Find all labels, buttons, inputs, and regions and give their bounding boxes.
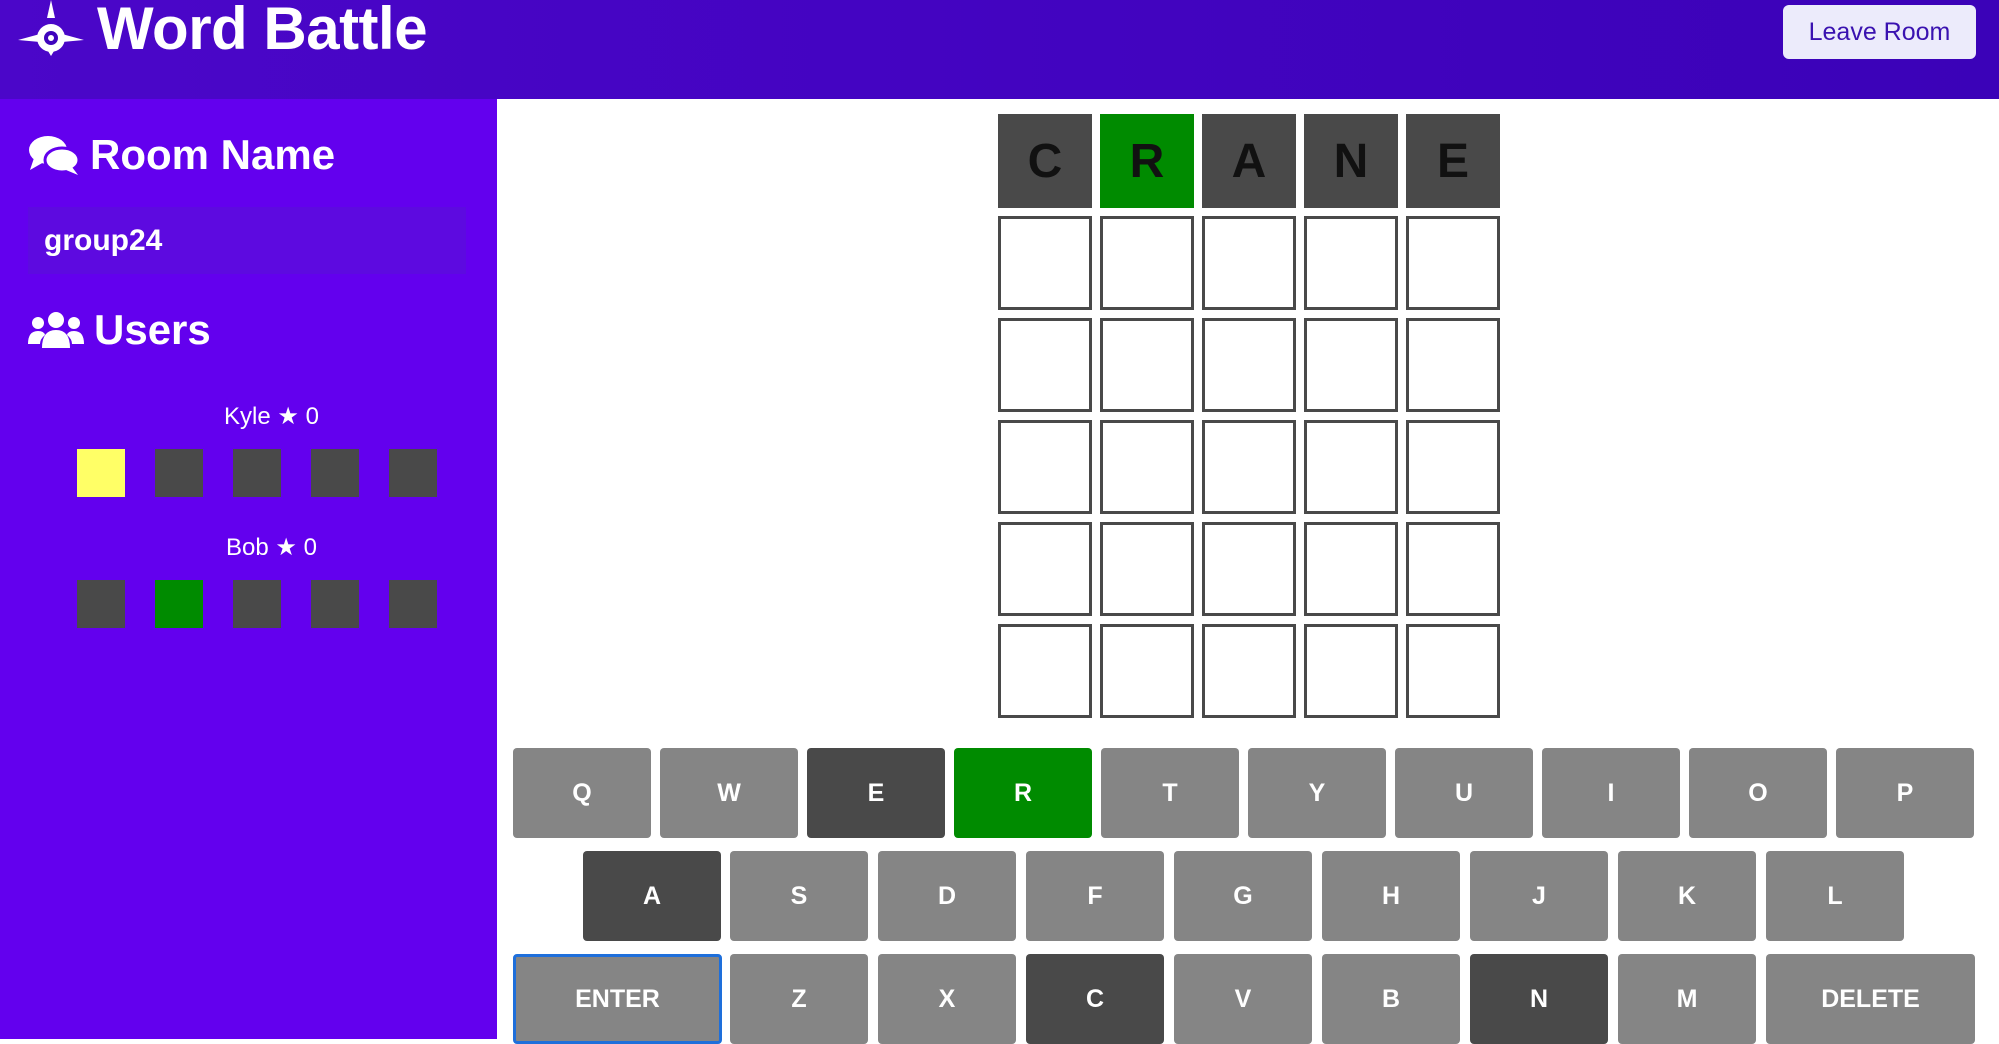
user-name-line: Bob ★ 0 (0, 533, 543, 562)
board-tile (1202, 624, 1296, 718)
key-enter[interactable]: ENTER (513, 954, 722, 1044)
board-tile (1100, 522, 1194, 616)
key-delete[interactable]: DELETE (1766, 954, 1975, 1044)
key-e[interactable]: E (807, 748, 945, 838)
board-tile (1100, 216, 1194, 310)
board-tile (1304, 522, 1398, 616)
board-tile (998, 624, 1092, 718)
room-name-heading: Room Name (28, 131, 335, 179)
users-heading-label: Users (94, 306, 211, 353)
room-name-field[interactable] (28, 207, 466, 274)
leave-room-button[interactable]: Leave Room (1783, 5, 1976, 59)
board-tile (1304, 318, 1398, 412)
progress-tile-absent (233, 580, 281, 628)
board-tile (998, 420, 1092, 514)
key-a[interactable]: A (583, 851, 721, 941)
key-b[interactable]: B (1322, 954, 1460, 1044)
board-tile (1202, 522, 1296, 616)
user-name: Kyle (224, 403, 271, 430)
board-tile: R (1100, 114, 1194, 208)
star-icon: ★ (275, 534, 297, 561)
key-y[interactable]: Y (1248, 748, 1386, 838)
board-tile (1406, 216, 1500, 310)
board-tile (1406, 624, 1500, 718)
board-tile (1304, 420, 1398, 514)
user-progress-tiles (77, 449, 437, 497)
user-name: Bob (226, 534, 269, 561)
room-name-heading-label: Room Name (90, 131, 336, 178)
key-x[interactable]: X (878, 954, 1016, 1044)
progress-tile-absent (233, 449, 281, 497)
users-group-icon (28, 312, 84, 348)
user-progress-tiles (77, 580, 437, 628)
board-tile (1406, 318, 1500, 412)
progress-tile-absent (389, 449, 437, 497)
key-i[interactable]: I (1542, 748, 1680, 838)
board-tile (1202, 216, 1296, 310)
key-n[interactable]: N (1470, 954, 1608, 1044)
sidebar: Room Name Users Kyle ★ 0 Bob ★ (0, 99, 497, 1039)
progress-tile-correct (155, 580, 203, 628)
board-tile (1202, 318, 1296, 412)
key-g[interactable]: G (1174, 851, 1312, 941)
key-m[interactable]: M (1618, 954, 1756, 1044)
key-r[interactable]: R (954, 748, 1092, 838)
key-p[interactable]: P (1836, 748, 1974, 838)
user-name-line: Kyle ★ 0 (0, 402, 543, 431)
key-t[interactable]: T (1101, 748, 1239, 838)
board-tile: A (1202, 114, 1296, 208)
progress-tile-present (77, 449, 125, 497)
user-score: 0 (303, 534, 317, 561)
key-h[interactable]: H (1322, 851, 1460, 941)
progress-tile-absent (311, 580, 359, 628)
key-q[interactable]: Q (513, 748, 651, 838)
user-score: 0 (305, 403, 319, 430)
key-s[interactable]: S (730, 851, 868, 941)
key-v[interactable]: V (1174, 954, 1312, 1044)
app-header: Word Battle Leave Room (0, 0, 1999, 99)
key-j[interactable]: J (1470, 851, 1608, 941)
board-tile (998, 216, 1092, 310)
board-tile (998, 318, 1092, 412)
board-tile (1100, 318, 1194, 412)
board-tile: E (1406, 114, 1500, 208)
board-tile (1100, 420, 1194, 514)
key-u[interactable]: U (1395, 748, 1533, 838)
board-tile (998, 522, 1092, 616)
star-icon: ★ (277, 403, 299, 430)
board-tile: N (1304, 114, 1398, 208)
key-l[interactable]: L (1766, 851, 1904, 941)
board-tile (1202, 420, 1296, 514)
board-tile (1100, 624, 1194, 718)
key-o[interactable]: O (1689, 748, 1827, 838)
progress-tile-absent (389, 580, 437, 628)
progress-tile-absent (155, 449, 203, 497)
key-w[interactable]: W (660, 748, 798, 838)
key-k[interactable]: K (1618, 851, 1756, 941)
progress-tile-absent (77, 580, 125, 628)
ship-helm-logo-icon (18, 0, 84, 56)
chat-bubbles-icon (29, 136, 80, 175)
board-tile (1304, 216, 1398, 310)
game-board: CRANE (998, 114, 1500, 718)
key-d[interactable]: D (878, 851, 1016, 941)
board-tile: C (998, 114, 1092, 208)
progress-tile-absent (311, 449, 359, 497)
board-tile (1304, 624, 1398, 718)
board-tile (1406, 420, 1500, 514)
board-tile (1406, 522, 1500, 616)
users-heading: Users (28, 306, 211, 354)
key-z[interactable]: Z (730, 954, 868, 1044)
key-c[interactable]: C (1026, 954, 1164, 1044)
app-title: Word Battle (97, 0, 428, 62)
key-f[interactable]: F (1026, 851, 1164, 941)
